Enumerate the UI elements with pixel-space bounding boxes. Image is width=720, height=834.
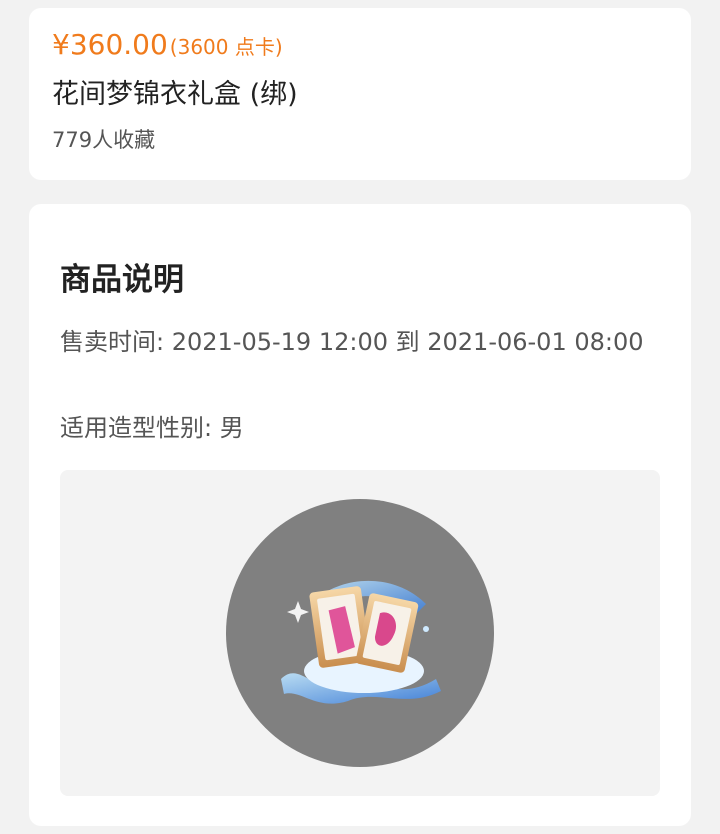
- product-image[interactable]: [226, 499, 494, 767]
- sale-time-text: 售卖时间: 2021-05-19 12:00 到 2021-06-01 08:0…: [60, 328, 644, 356]
- product-image-panel: [60, 470, 660, 796]
- price-label: ¥360.00: [52, 28, 168, 61]
- points-label: (3600 点卡): [169, 35, 283, 59]
- product-description-card: 商品说明 售卖时间: 2021-05-19 12:00 到 2021-06-01…: [29, 204, 691, 826]
- product-info-card: ¥360.00 (3600 点卡) 花间梦锦衣礼盒 (绑) 779人收藏: [29, 8, 691, 180]
- favorites-count: 779人收藏: [52, 128, 156, 152]
- product-name: 花间梦锦衣礼盒 (绑): [52, 79, 298, 110]
- gift-box-icon: [281, 580, 441, 704]
- section-title: 商品说明: [60, 262, 184, 298]
- gender-text: 适用造型性别: 男: [60, 414, 244, 442]
- price-row: ¥360.00 (3600 点卡): [52, 28, 283, 61]
